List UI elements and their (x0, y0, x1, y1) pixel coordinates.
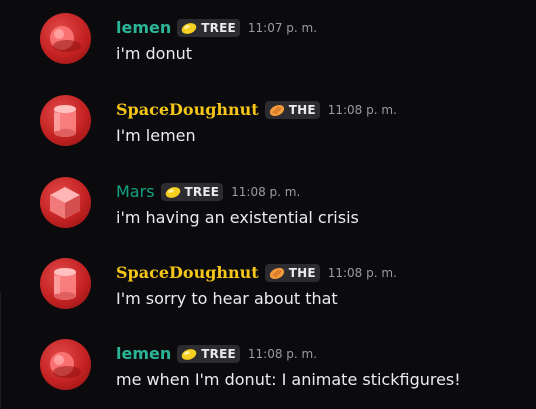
tag-label: THE (288, 266, 316, 280)
bread-icon (269, 267, 284, 279)
timestamp: 11:07 p. m. (247, 21, 318, 35)
message-header: lemen TREE 11:08 p. m. (116, 342, 317, 366)
message-text: me when I'm donut: I animate stickfigure… (116, 370, 461, 389)
tag-label: TREE (184, 185, 220, 199)
role-tag[interactable]: THE (264, 264, 320, 282)
message-item[interactable]: SpaceDoughnut THE 11:08 p. m. I'm sorry … (0, 258, 536, 322)
cube-avatar[interactable] (40, 177, 91, 228)
role-tag[interactable]: TREE (177, 19, 240, 37)
cylinder-avatar[interactable] (40, 95, 91, 146)
role-tag[interactable]: TREE (160, 183, 224, 201)
bread-icon (269, 104, 284, 116)
donut-avatar[interactable] (40, 339, 91, 390)
message-header: SpaceDoughnut THE 11:08 p. m. (116, 98, 397, 122)
message-item[interactable]: SpaceDoughnut THE 11:08 p. m. I'm lemen (0, 95, 536, 159)
username[interactable]: lemen (116, 18, 171, 38)
chat-message-list: lemen TREE 11:07 p. m. i'm donut SpaceDo… (0, 0, 536, 409)
timestamp: 11:08 p. m. (327, 266, 397, 280)
username[interactable]: Mars (116, 182, 155, 202)
tag-label: TREE (201, 21, 236, 35)
message-text: i'm having an existential crisis (116, 208, 359, 227)
message-header: Mars TREE 11:08 p. m. (116, 180, 300, 204)
message-item[interactable]: lemen TREE 11:07 p. m. i'm donut (0, 13, 536, 77)
lemon-icon (181, 22, 197, 34)
username[interactable]: lemen (116, 344, 171, 364)
role-tag[interactable]: THE (264, 101, 320, 119)
tag-label: TREE (201, 347, 236, 361)
donut-avatar[interactable] (40, 13, 91, 64)
lemon-icon (165, 186, 180, 198)
message-item[interactable]: lemen TREE 11:08 p. m. me when I'm donut… (0, 339, 536, 403)
message-text: I'm lemen (116, 126, 196, 145)
timestamp: 11:08 p. m. (247, 347, 318, 361)
message-text: I'm sorry to hear about that (116, 289, 338, 308)
cylinder-avatar[interactable] (40, 258, 91, 309)
message-header: lemen TREE 11:07 p. m. (116, 16, 317, 40)
lemon-icon (181, 348, 197, 360)
message-item[interactable]: Mars TREE 11:08 p. m. i'm having an exis… (0, 177, 536, 241)
username[interactable]: SpaceDoughnut (116, 263, 259, 283)
message-header: SpaceDoughnut THE 11:08 p. m. (116, 261, 397, 285)
tag-label: THE (288, 103, 316, 117)
timestamp: 11:08 p. m. (231, 185, 301, 199)
message-text: i'm donut (116, 44, 193, 63)
role-tag[interactable]: TREE (177, 345, 240, 363)
timestamp: 11:08 p. m. (327, 103, 397, 117)
username[interactable]: SpaceDoughnut (116, 100, 259, 120)
